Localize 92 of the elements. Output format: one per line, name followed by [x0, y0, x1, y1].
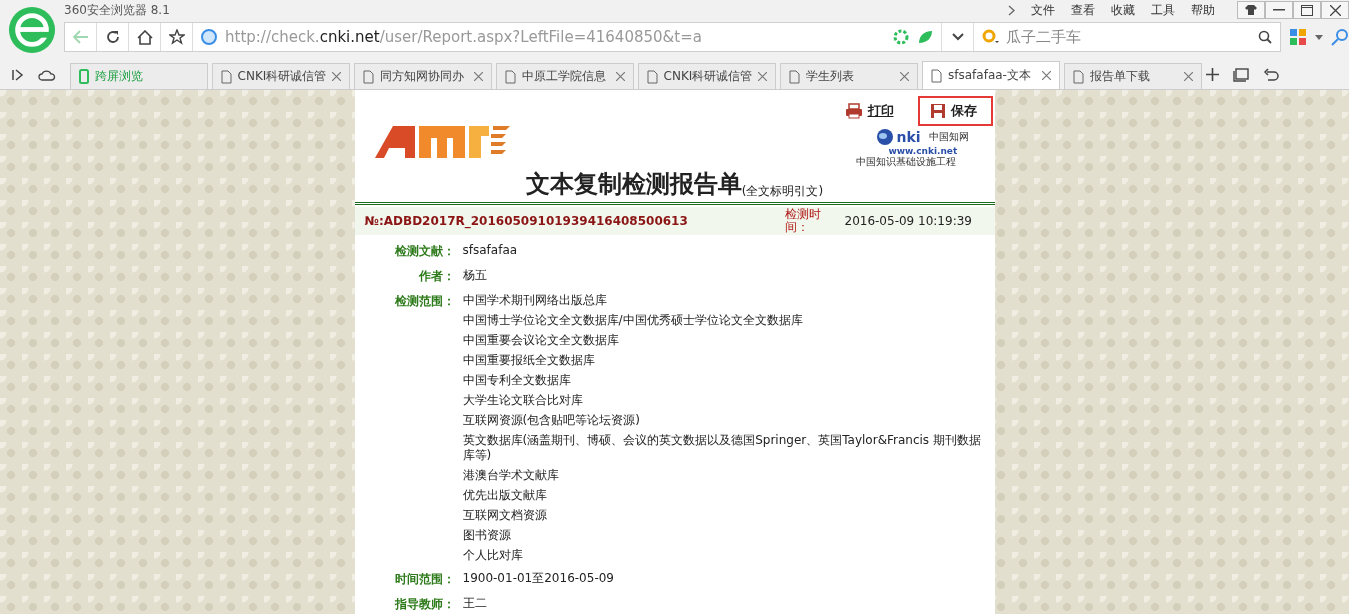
page-icon: [1073, 69, 1084, 84]
menu-item[interactable]: 收藏: [1111, 1, 1135, 19]
magnifier-icon[interactable]: [1331, 28, 1349, 46]
search-engine-icon: [982, 29, 1000, 45]
cloud-icon[interactable]: [38, 68, 56, 81]
browser-tab[interactable]: sfsafafaa-文本: [922, 61, 1060, 89]
close-tab-icon[interactable]: [1184, 72, 1193, 81]
printer-icon: [844, 103, 863, 119]
menu-item[interactable]: 查看: [1071, 1, 1095, 19]
close-icon: [1329, 4, 1341, 16]
close-tab-icon[interactable]: [474, 72, 483, 81]
chevron-icon[interactable]: [1008, 4, 1015, 16]
browser-tab[interactable]: 学生列表: [780, 63, 918, 89]
field-value: 1900-01-01至2016-05-09: [462, 571, 615, 586]
close-tab-icon[interactable]: [332, 72, 341, 81]
logo-chinese-name: 中国知网: [928, 130, 969, 144]
page-icon: [647, 69, 658, 84]
globe-icon: [876, 128, 895, 146]
skin-button[interactable]: [1237, 1, 1265, 19]
window-title: 360安全浏览器 8.1: [64, 1, 170, 19]
field-value: 港澳台学术文献库: [462, 468, 560, 483]
report-subtitle: (全文标明引文): [741, 184, 824, 200]
browser-tab[interactable]: CNKI科研诚信管: [212, 63, 350, 89]
browser-tab[interactable]: 同方知网协同办: [354, 63, 492, 89]
field-label: 指导教师：: [393, 596, 456, 613]
time-label: 检测时间：: [784, 208, 822, 234]
search-icon: [1258, 30, 1272, 44]
field-value: 中国重要会议论文全文数据库: [462, 333, 620, 348]
field-value: sfsafafaa: [462, 243, 519, 258]
field-value: 中国重要报纸全文数据库: [462, 353, 596, 368]
field-value: 大学生论文联合比对库: [462, 393, 584, 408]
field-value: 王二: [462, 596, 488, 611]
minimize-button[interactable]: [1265, 1, 1293, 19]
undo-icon[interactable]: [1263, 67, 1279, 82]
menu-item[interactable]: 帮助: [1191, 1, 1215, 19]
chevron-down-icon: [951, 33, 964, 41]
refresh-icon: [105, 30, 120, 44]
menu-item[interactable]: 工具: [1151, 1, 1175, 19]
field-label: 检测范围：: [393, 293, 456, 310]
field-value: 图书资源: [462, 528, 512, 543]
menu-item[interactable]: 文件: [1031, 1, 1055, 19]
star-icon: [168, 29, 185, 45]
shirt-icon: [1245, 5, 1257, 15]
browser-logo-icon: [8, 6, 56, 54]
field-value: 互联网资源(包含贴吧等论坛资源): [462, 413, 641, 428]
address-field[interactable]: http://check.cnki.net/user/Report.aspx?LeftFile=41640850&t=a: [193, 23, 942, 51]
logo-url: www.cnki.net: [888, 146, 958, 156]
maximize-icon: [1301, 4, 1313, 16]
report-number: №:ADBD2017R_20160509101939416408500613: [364, 214, 689, 228]
close-tab-icon[interactable]: [758, 72, 767, 81]
phone-icon: [79, 69, 89, 84]
shutter-icon: [893, 29, 909, 45]
close-tab-icon[interactable]: [616, 72, 625, 81]
sidebar-toggle-icon[interactable]: [12, 68, 24, 81]
report-title: 文本复制检测报告单: [525, 169, 742, 200]
close-tab-icon[interactable]: [900, 72, 909, 81]
tab-list-icon[interactable]: [1233, 67, 1249, 82]
back-arrow-icon: [72, 30, 89, 44]
field-label: 作者：: [417, 268, 456, 285]
close-tab-icon[interactable]: [1042, 71, 1051, 80]
page-icon: [931, 68, 942, 83]
caret-icon[interactable]: [1315, 34, 1323, 40]
field-value: 个人比对库: [462, 548, 524, 563]
leaf-icon: [917, 29, 933, 45]
globe-icon: [201, 29, 217, 45]
field-value: 互联网文档资源: [462, 508, 548, 523]
minimize-icon: [1273, 9, 1285, 11]
action-link[interactable]: 保存: [917, 96, 993, 126]
field-value: 杨五: [462, 268, 488, 283]
field-label: 检测文献：: [393, 243, 456, 260]
apps-grid-icon[interactable]: [1289, 28, 1307, 46]
logo-text: nki: [896, 129, 921, 145]
page-icon: [789, 69, 800, 84]
action-link[interactable]: 打印: [832, 96, 910, 126]
field-value: 中国博士学位论文全文数据库/中国优秀硕士学位论文全文数据库: [462, 313, 804, 328]
home-icon: [136, 29, 153, 45]
page-icon: [363, 69, 374, 84]
new-tab-icon[interactable]: [1206, 68, 1219, 81]
page-icon: [221, 69, 232, 84]
logo-tagline: 中国知识基础设施工程: [856, 156, 957, 168]
field-value: 优先出版文献库: [462, 488, 548, 503]
page-icon: [505, 69, 516, 84]
field-label: 时间范围：: [393, 571, 456, 588]
close-button[interactable]: [1321, 1, 1349, 19]
browser-tab[interactable]: 中原工学院信息: [496, 63, 634, 89]
browser-tab[interactable]: CNKI科研诚信管: [638, 63, 776, 89]
maximize-button[interactable]: [1293, 1, 1321, 19]
browser-tab[interactable]: 报告单下载: [1064, 63, 1202, 89]
field-value: 英文数据库(涵盖期刊、博硕、会议的英文数据以及德国Springer、英国Taylor&Francis 期刊数据库等): [462, 433, 982, 463]
field-value: 中国专利全文数据库: [462, 373, 572, 388]
field-value: 中国学术期刊网络出版总库: [462, 293, 608, 308]
time-value: 2016-05-09 10:19:39: [843, 214, 973, 228]
